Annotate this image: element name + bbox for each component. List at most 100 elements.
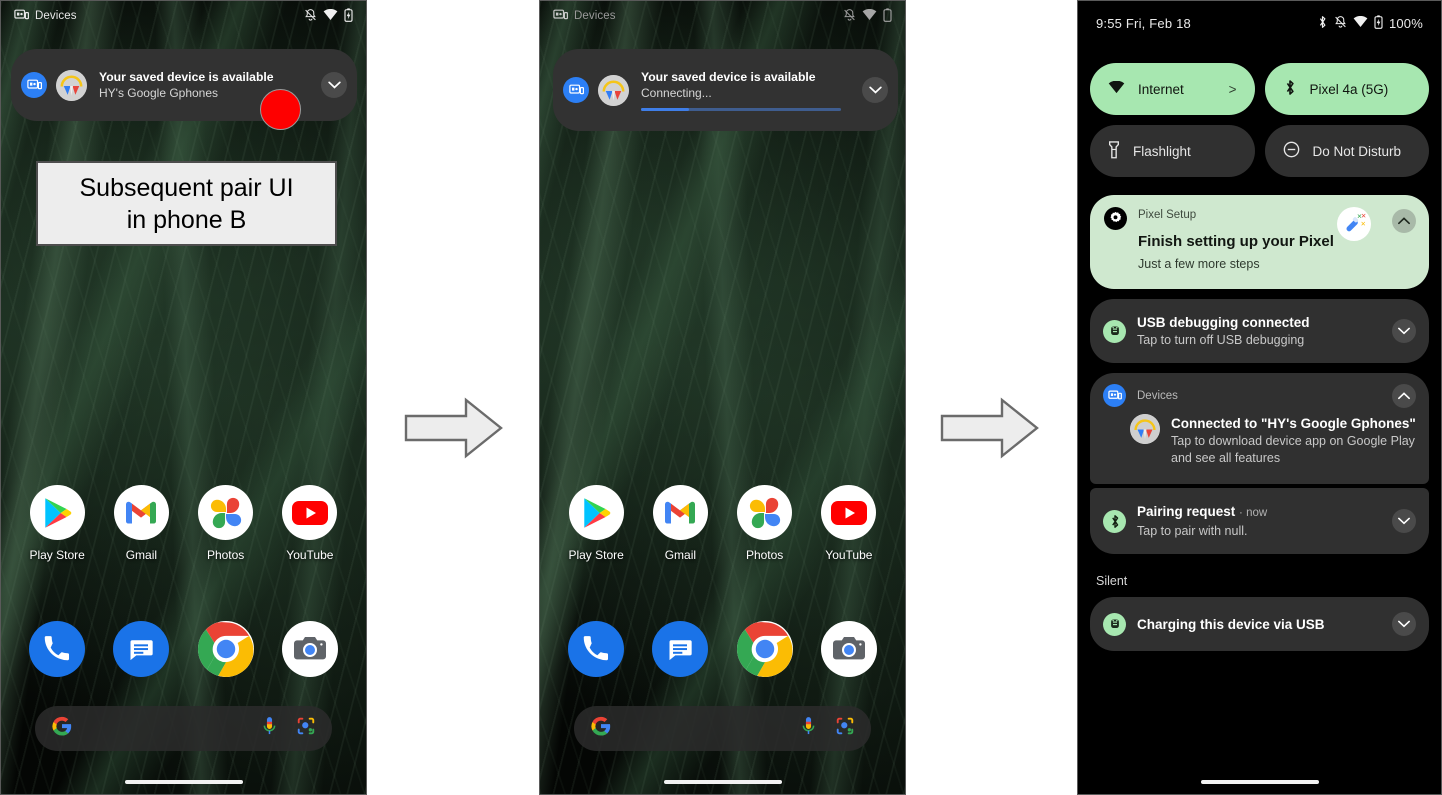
status-app-name: Devices bbox=[574, 10, 616, 22]
devices-icon bbox=[21, 72, 47, 98]
notification-title: Connected to "HY's Google Gphones" bbox=[1171, 416, 1416, 431]
chevron-up-icon[interactable] bbox=[1392, 209, 1416, 233]
phone-a-search-bar[interactable] bbox=[35, 706, 332, 751]
app-play-store[interactable]: Play Store bbox=[561, 485, 631, 562]
phone-a-apps-row-1: Play Store Gmail Photos YouTube bbox=[1, 485, 366, 562]
progress-fill bbox=[641, 108, 689, 111]
navigation-pill[interactable] bbox=[1200, 780, 1319, 784]
callout-line-2: in phone B bbox=[126, 205, 247, 234]
qs-tile-label: Pixel 4a (5G) bbox=[1309, 81, 1389, 97]
notification-title: Your saved device is available bbox=[99, 69, 274, 84]
youtube-icon bbox=[821, 485, 877, 540]
phone-b-search-bar[interactable] bbox=[574, 706, 871, 751]
app-label: Gmail bbox=[664, 548, 697, 562]
annotation-marker-dot bbox=[260, 89, 301, 130]
notification-subtitle: Connecting... bbox=[641, 86, 712, 100]
notification-devices-body: Connected to "HY's Google Gphones" Tap t… bbox=[1090, 410, 1429, 480]
navigation-pill[interactable] bbox=[663, 780, 782, 784]
app-phone[interactable] bbox=[561, 621, 631, 677]
camera-icon bbox=[281, 621, 338, 677]
chevron-down-icon[interactable] bbox=[321, 72, 347, 98]
google-lens-icon[interactable] bbox=[835, 716, 855, 741]
app-messages[interactable] bbox=[645, 621, 715, 677]
app-photos[interactable]: Photos bbox=[191, 485, 261, 562]
phone-b-apps-row-1: Play Store Gmail Photos YouTube bbox=[540, 485, 905, 562]
notification-app-name: Devices bbox=[1137, 389, 1178, 402]
chevron-down-icon[interactable] bbox=[1392, 509, 1416, 533]
qs-tile-internet[interactable]: Internet > bbox=[1090, 63, 1255, 115]
messages-icon bbox=[652, 621, 709, 677]
app-play-store[interactable]: Play Store bbox=[22, 485, 92, 562]
svg-text:✕: ✕ bbox=[1360, 221, 1365, 228]
notification-list: Pixel Setup Finish setting up your Pixel… bbox=[1090, 195, 1429, 655]
notification-group-header: Devices bbox=[1090, 373, 1429, 410]
app-chrome[interactable] bbox=[730, 621, 800, 677]
app-label: Play Store bbox=[568, 548, 624, 562]
qs-tile-flashlight[interactable]: Flashlight bbox=[1090, 125, 1255, 177]
app-camera[interactable] bbox=[814, 621, 884, 677]
annotation-callout: Subsequent pair UI in phone B bbox=[36, 161, 337, 246]
flow-arrow-2 bbox=[940, 397, 1040, 464]
app-label: Gmail bbox=[125, 548, 158, 562]
figure-canvas: Devices Your saved device is available H… bbox=[0, 0, 1442, 795]
qs-tile-do-not-disturb[interactable]: Do Not Disturb bbox=[1264, 125, 1429, 177]
wifi-icon bbox=[323, 8, 338, 24]
gmail-icon bbox=[652, 485, 708, 540]
app-phone[interactable] bbox=[22, 621, 92, 677]
google-photos-icon bbox=[737, 485, 793, 540]
google-lens-icon[interactable] bbox=[296, 716, 316, 741]
phone-b-heads-up-notification[interactable]: Your saved device is available Connectin… bbox=[553, 49, 898, 131]
microphone-icon[interactable] bbox=[800, 715, 817, 742]
notification-devices-group[interactable]: Devices Connected to "HY's Google Gphone… bbox=[1090, 373, 1429, 484]
qs-tile-label: Flashlight bbox=[1133, 143, 1191, 159]
notification-subtitle: Just a few more steps bbox=[1138, 257, 1260, 271]
chrome-icon bbox=[736, 621, 793, 677]
youtube-icon bbox=[282, 485, 338, 540]
notification-pairing-request[interactable]: Pairing request · now Tap to pair with n… bbox=[1090, 488, 1429, 554]
app-youtube[interactable]: YouTube bbox=[275, 485, 345, 562]
notification-usb-debugging[interactable]: USB debugging connected Tap to turn off … bbox=[1090, 299, 1429, 363]
chevron-down-icon[interactable] bbox=[1392, 612, 1416, 636]
notification-pixel-setup[interactable]: Pixel Setup Finish setting up your Pixel… bbox=[1090, 195, 1429, 289]
qs-tile-bluetooth[interactable]: Pixel 4a (5G) bbox=[1264, 63, 1429, 115]
notification-subtitle: Tap to pair with null. bbox=[1137, 524, 1248, 538]
connecting-progress-bar bbox=[641, 108, 841, 111]
silent-section-label: Silent bbox=[1096, 574, 1128, 588]
do-not-disturb-icon bbox=[1283, 141, 1300, 161]
notification-subtitle: Tap to download device app on Google Pla… bbox=[1171, 434, 1415, 465]
notification-title: Charging this device via USB bbox=[1137, 616, 1325, 632]
notifications-off-icon bbox=[304, 8, 317, 25]
notification-title: Finish setting up your Pixel bbox=[1138, 233, 1334, 250]
bluetooth-icon bbox=[1317, 15, 1328, 32]
notifications-off-icon bbox=[1334, 15, 1347, 32]
chevron-right-icon[interactable]: > bbox=[1229, 82, 1237, 97]
phone-icon bbox=[568, 621, 625, 677]
navigation-pill[interactable] bbox=[124, 780, 243, 784]
earbuds-avatar bbox=[56, 69, 87, 101]
phone-b-apps-row-2 bbox=[540, 621, 905, 677]
app-chrome[interactable] bbox=[191, 621, 261, 677]
earbuds-avatar bbox=[1130, 414, 1160, 444]
battery-icon bbox=[883, 7, 892, 25]
app-youtube[interactable]: YouTube bbox=[814, 485, 884, 562]
phone-a-heads-up-notification[interactable]: Your saved device is available HY's Goog… bbox=[11, 49, 357, 121]
microphone-icon[interactable] bbox=[261, 715, 278, 742]
chevron-down-icon[interactable] bbox=[1392, 319, 1416, 343]
devices-icon bbox=[553, 9, 568, 24]
app-camera[interactable] bbox=[275, 621, 345, 677]
wifi-icon bbox=[1108, 80, 1125, 97]
gear-icon bbox=[1104, 207, 1127, 230]
play-store-icon bbox=[29, 485, 85, 540]
chevron-up-icon[interactable] bbox=[1392, 384, 1416, 408]
google-g-icon bbox=[51, 715, 73, 742]
play-store-icon bbox=[568, 485, 624, 540]
app-messages[interactable] bbox=[106, 621, 176, 677]
chevron-down-icon[interactable] bbox=[862, 77, 888, 103]
app-photos[interactable]: Photos bbox=[730, 485, 800, 562]
phone-a-status-bar: Devices bbox=[1, 1, 366, 31]
notification-charging-usb[interactable]: Charging this device via USB bbox=[1090, 597, 1429, 651]
phone-c-status-bar: 9:55 Fri, Feb 18 100% bbox=[1078, 1, 1441, 45]
app-gmail[interactable]: Gmail bbox=[106, 485, 176, 562]
app-gmail[interactable]: Gmail bbox=[645, 485, 715, 562]
devices-icon bbox=[563, 77, 589, 103]
